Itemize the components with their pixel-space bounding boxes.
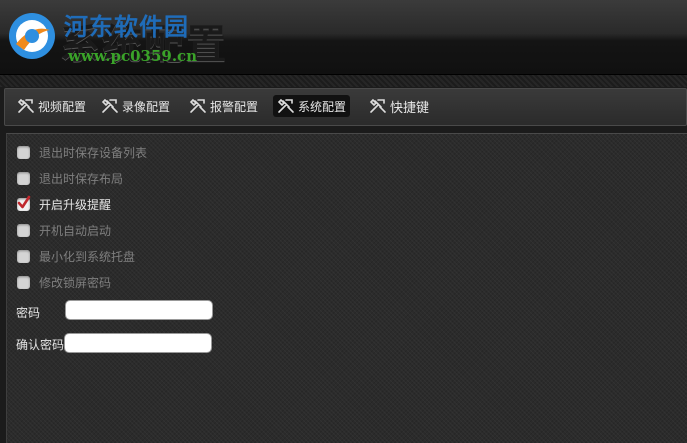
change-lock-password-checkbox[interactable] (17, 275, 30, 289)
system-config-panel: 退出时保存设备列表 退出时保存布局 开启升级提醒 开机自动启动 最小化到系统托盘… (6, 133, 687, 443)
option-label: 最小化到系统托盘 (39, 249, 136, 264)
watermark-site-name: 河东软件园 (64, 12, 189, 41)
tools-icon (189, 98, 206, 113)
tab-hotkeys-label: 快捷键 (390, 100, 430, 116)
tab-record-config-label: 录像配置 (122, 99, 171, 114)
tools-icon (101, 98, 118, 113)
option-label: 退出时保存布局 (39, 171, 124, 186)
tab-alarm-config-label: 报警配置 (210, 99, 259, 114)
tools-icon (369, 98, 386, 113)
minimize-to-tray-checkbox[interactable] (17, 249, 30, 263)
tab-alarm-config[interactable]: 报警配置 (185, 95, 262, 117)
option-save-device-list-on-exit: 退出时保存设备列表 (17, 143, 147, 161)
check-mark-icon (17, 195, 31, 208)
option-auto-start: 开机自动启动 (17, 221, 111, 239)
tab-system-config-label: 系统配置 (298, 99, 347, 114)
tab-record-config[interactable]: 录像配置 (97, 95, 174, 117)
upgrade-reminder-checkbox[interactable] (17, 195, 31, 211)
option-save-layout-on-exit: 退出时保存布局 (17, 169, 123, 187)
option-label: 退出时保存设备列表 (39, 145, 148, 160)
watermark-url: www.pc0359.cn (68, 47, 198, 65)
tools-icon (17, 98, 34, 113)
tab-video-config-label: 视频配置 (38, 99, 87, 114)
password-input[interactable] (65, 300, 213, 320)
password-label: 密码 (16, 306, 41, 320)
option-label: 开启升级提醒 (39, 197, 112, 212)
tab-video-config[interactable]: 视频配置 (13, 95, 90, 117)
confirm-password-label: 确认密码 (16, 338, 65, 352)
watermark-logo-icon (9, 13, 55, 59)
option-label: 开机自动启动 (39, 223, 112, 238)
config-tab-bar: 视频配置 录像配置 报警配置 系统配置 快捷键 (4, 88, 687, 126)
option-upgrade-reminder: 开启升级提醒 (17, 195, 111, 213)
save-device-list-checkbox[interactable] (17, 145, 30, 159)
option-label: 修改锁屏密码 (39, 275, 112, 290)
tab-hotkeys[interactable]: 快捷键 (365, 95, 433, 117)
option-minimize-to-tray: 最小化到系统托盘 (17, 247, 135, 265)
tab-system-config[interactable]: 系统配置 (273, 95, 351, 117)
tools-icon (277, 98, 294, 113)
title-bar: 系统配置 河东软件园 www.pc0359.cn (0, 0, 687, 75)
save-layout-checkbox[interactable] (17, 171, 30, 185)
header-texture-strip (0, 75, 687, 87)
option-change-lock-password: 修改锁屏密码 (17, 273, 111, 291)
auto-start-checkbox[interactable] (17, 223, 30, 237)
confirm-password-input[interactable] (64, 333, 212, 353)
